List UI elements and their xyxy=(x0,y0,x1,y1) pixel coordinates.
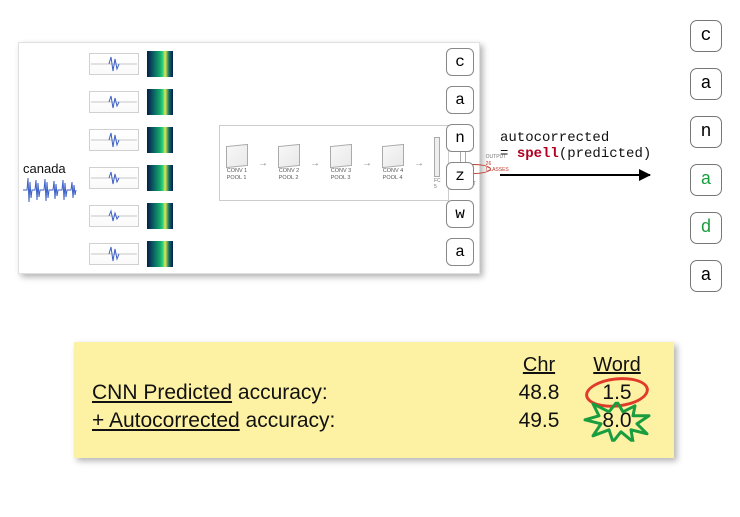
waveform-chip xyxy=(89,205,139,227)
results-row: CNN Predicted accuracy: 48.8 1.5 xyxy=(92,381,656,405)
letter-chip: w xyxy=(446,200,474,228)
spectrogram-chip xyxy=(147,127,173,153)
arrow-icon: → xyxy=(258,158,268,169)
cnn-stage: CONV 1POOL 1 xyxy=(226,145,248,180)
waveform-chip xyxy=(89,91,139,113)
letter-chip-changed: d xyxy=(690,212,722,244)
letter-chip: z xyxy=(446,162,474,190)
letter-chip-changed: a xyxy=(690,164,722,196)
waveform-chip xyxy=(89,167,139,189)
results-box: Chr Word CNN Predicted accuracy: 48.8 1.… xyxy=(74,342,674,458)
waveform-chip xyxy=(89,129,139,151)
word-value: 1.5 xyxy=(578,381,656,405)
spectrogram-chip xyxy=(147,241,173,267)
spectrogram-chip xyxy=(147,203,173,229)
autocorrect-code: autocorrected = spell(predicted) xyxy=(500,130,680,162)
letter-chip: a xyxy=(446,86,474,114)
letter-chip: a xyxy=(690,260,722,292)
predicted-letters: c a n z w a xyxy=(446,48,474,266)
corrected-letters: c a n a d a xyxy=(690,20,722,292)
spectrogram-chip xyxy=(147,51,173,77)
letter-row xyxy=(89,239,173,269)
letter-row xyxy=(89,125,173,155)
letter-chip: a xyxy=(446,238,474,266)
chr-value: 49.5 xyxy=(500,409,578,433)
letter-row xyxy=(89,201,173,231)
chr-value: 48.8 xyxy=(500,381,578,405)
letter-chip: c xyxy=(446,48,474,76)
arrow-icon xyxy=(500,174,650,176)
waveform-chip xyxy=(89,243,139,265)
letter-chip: n xyxy=(690,116,722,148)
letter-row xyxy=(89,87,173,117)
pipeline-panel: canada xyxy=(18,42,480,274)
waveform-chip xyxy=(89,53,139,75)
spectrogram-chip xyxy=(147,89,173,115)
letter-row xyxy=(89,49,173,79)
col-chr: Chr xyxy=(500,354,578,377)
input-waveform xyxy=(23,173,77,207)
cnn-stage: CONV 2POOL 2 xyxy=(278,145,300,180)
cnn-stage: CONV 4POOL 4 xyxy=(382,145,404,180)
cnn-stage: CONV 3POOL 3 xyxy=(330,145,352,180)
cnn-architecture: CONV 1POOL 1 → CONV 2POOL 2 → CONV 3POOL… xyxy=(219,125,449,201)
letter-chip: c xyxy=(690,20,722,52)
spell-keyword: spell xyxy=(517,146,559,162)
spectrogram-chip xyxy=(147,165,173,191)
results-header: Chr Word xyxy=(92,354,656,377)
letter-chip: a xyxy=(690,68,722,100)
word-value: 8.0 xyxy=(578,409,656,433)
results-row: + Autocorrected accuracy: 49.5 8.0 xyxy=(92,409,656,433)
arrow-icon: → xyxy=(414,158,424,169)
arrow-icon: → xyxy=(362,158,372,169)
cnn-fc: FC 5 xyxy=(434,137,441,190)
col-word: Word xyxy=(578,354,656,377)
letter-chip: n xyxy=(446,124,474,152)
arrow-icon: → xyxy=(310,158,320,169)
letter-row xyxy=(89,163,173,193)
